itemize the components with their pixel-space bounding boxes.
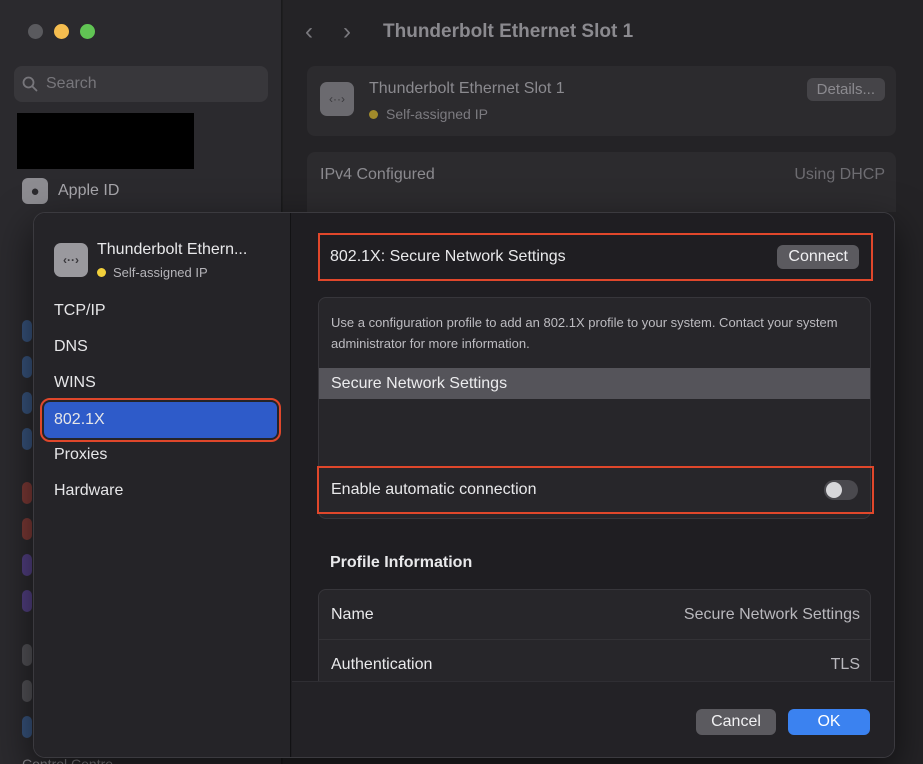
sidebar-icon-stub — [22, 590, 32, 612]
sheet-content: 802.1X: Secure Network Settings Connect … — [292, 213, 894, 709]
dot1x-label: 802.1X: Secure Network Settings — [330, 248, 566, 265]
ethernet-icon: ‹··› — [54, 243, 88, 277]
dot1x-connect-row: 802.1X: Secure Network Settings Connect — [318, 233, 873, 281]
connect-button[interactable]: Connect — [777, 245, 859, 269]
sidebar-item-dns[interactable]: DNS — [44, 329, 277, 365]
sheet-footer: Cancel OK — [292, 681, 894, 757]
sidebar-item-hardware[interactable]: Hardware — [44, 473, 277, 509]
status-dot-icon — [369, 109, 378, 119]
sidebar-icon-stub — [22, 716, 32, 738]
sidebar-icon-stub — [22, 518, 32, 540]
forward-arrow-icon[interactable]: › — [343, 18, 381, 46]
interface-status-text: Self-assigned IP — [386, 106, 488, 122]
ethernet-icon: ‹··› — [320, 82, 354, 116]
interface-name: Thunderbolt Ethernet Slot 1 — [369, 80, 565, 97]
apple-icon: ● — [22, 178, 48, 204]
ipv4-value: Using DHCP — [794, 166, 885, 183]
interface-summary-card: ‹··› Thunderbolt Ethernet Slot 1 Self-as… — [307, 66, 896, 136]
window-close-button[interactable] — [28, 24, 43, 39]
toggle-knob — [826, 482, 842, 498]
row-key: Name — [331, 605, 374, 623]
auto-connect-toggle[interactable] — [824, 480, 858, 500]
navigation-bar: ‹ › Thunderbolt Ethernet Slot 1 — [305, 18, 633, 46]
sidebar-icon-stub — [22, 392, 32, 414]
row-value: Secure Network Settings — [683, 605, 860, 623]
sidebar-icon-stub — [22, 320, 32, 342]
profile-list-item[interactable]: Secure Network Settings — [319, 368, 870, 399]
interface-status: Self-assigned IP — [97, 265, 208, 280]
sidebar-icon-stub — [22, 554, 32, 576]
sidebar-item-label: Apple ID — [58, 182, 120, 199]
row-value: TLS — [830, 656, 860, 673]
interface-status-text: Self-assigned IP — [113, 265, 208, 280]
search-placeholder: Search — [46, 75, 97, 92]
sidebar-icon-stub — [22, 644, 32, 666]
back-arrow-icon[interactable]: ‹ — [305, 18, 343, 46]
sidebar-item-wins[interactable]: WINS — [44, 365, 277, 401]
ipv4-key: IPv4 Configured — [320, 166, 435, 183]
sidebar-item-proxies[interactable]: Proxies — [44, 437, 277, 473]
sidebar-icon-stub — [22, 356, 32, 378]
ipv4-row: IPv4 Configured Using DHCP — [307, 152, 896, 212]
ok-button[interactable]: OK — [788, 709, 870, 735]
help-text: Use a configuration profile to add an 80… — [331, 315, 838, 351]
search-field[interactable]: Search — [14, 66, 268, 102]
search-icon — [22, 76, 38, 92]
sidebar-icon-stub — [22, 680, 32, 702]
page-title: Thunderbolt Ethernet Slot 1 — [383, 21, 634, 42]
row-key: Authentication — [331, 656, 433, 673]
window-zoom-button[interactable] — [80, 24, 95, 39]
interface-name: Thunderbolt Ethern... — [97, 241, 248, 258]
window-minimize-button[interactable] — [54, 24, 69, 39]
details-button[interactable]: Details... — [806, 78, 885, 101]
sidebar-item-tcpip[interactable]: TCP/IP — [44, 293, 277, 329]
sidebar-icon-stub — [22, 482, 32, 504]
interface-status: Self-assigned IP — [369, 106, 488, 122]
sidebar-item-apple-id[interactable]: ● Apple ID — [22, 178, 119, 204]
sheet-sidebar: ‹··› Thunderbolt Ethern... Self-assigned… — [34, 213, 291, 757]
table-row: Name Secure Network Settings — [319, 590, 870, 640]
network-details-sheet: ‹··› Thunderbolt Ethern... Self-assigned… — [33, 212, 895, 758]
profile-information-heading: Profile Information — [330, 554, 473, 571]
status-dot-icon — [97, 268, 106, 277]
sidebar-icon-stub — [22, 428, 32, 450]
auto-connect-label: Enable automatic connection — [331, 481, 537, 498]
auto-connect-row: Enable automatic connection — [317, 466, 874, 514]
cancel-button[interactable]: Cancel — [696, 709, 776, 735]
redacted-profile-block — [17, 113, 194, 169]
sidebar-item-8021x[interactable]: 802.1X — [40, 398, 281, 442]
